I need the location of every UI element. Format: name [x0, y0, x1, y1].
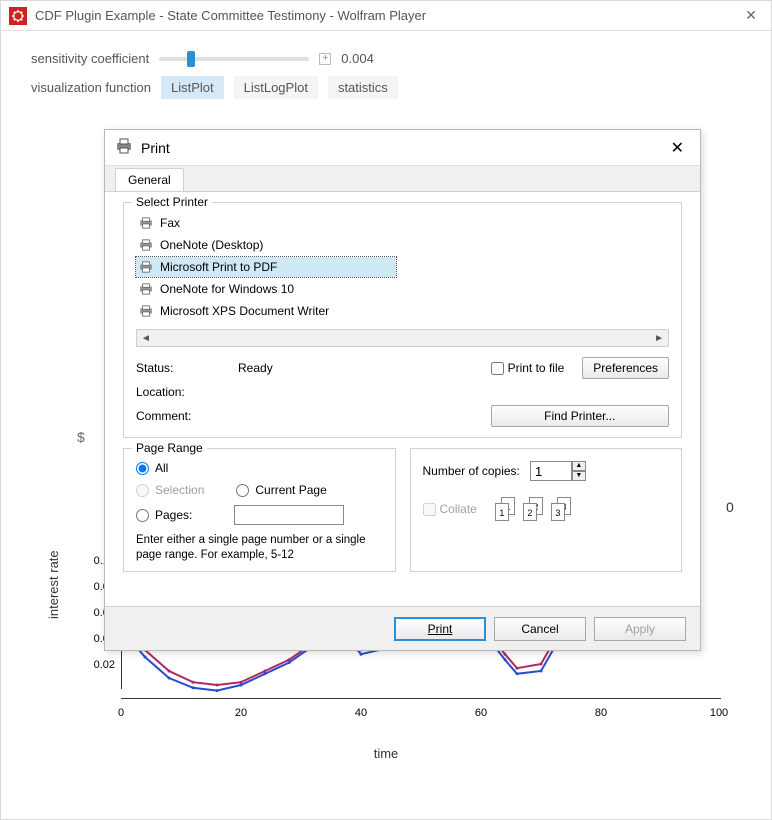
slider-expand-button[interactable]: +	[319, 53, 331, 65]
radio-pages[interactable]	[136, 509, 149, 522]
tab-statistics[interactable]: statistics	[328, 76, 398, 99]
slider-value: 0.004	[341, 51, 374, 66]
xtick: 40	[355, 707, 367, 719]
spin-down-button[interactable]: ▼	[572, 471, 586, 481]
dialog-titlebar: Print ✕	[105, 130, 700, 166]
xtick: 20	[235, 707, 247, 719]
slider-label: sensitivity coefficient	[31, 51, 149, 66]
page-range-label: Page Range	[132, 441, 207, 455]
vis-label: visualization function	[31, 80, 151, 95]
y-label-upper: $	[77, 429, 85, 445]
collate-stack: 22	[523, 497, 547, 521]
xtick: 100	[710, 707, 728, 719]
apply-button[interactable]: Apply	[594, 617, 686, 641]
print-dialog: Print ✕ General Select Printer FaxOneNot…	[104, 129, 701, 651]
right-tick: 0	[726, 499, 734, 515]
xtick: 0	[118, 707, 124, 719]
radio-selection	[136, 484, 149, 497]
printer-item[interactable]: Microsoft Print to PDF	[136, 257, 396, 277]
printer-icon	[115, 138, 133, 157]
radio-current-page[interactable]	[236, 484, 249, 497]
window-titlebar: CDF Plugin Example - State Committee Tes…	[1, 1, 771, 31]
print-to-file-checkbox[interactable]: Print to file	[491, 361, 565, 375]
status-value: Ready	[238, 361, 479, 375]
status-label: Status:	[136, 361, 226, 375]
spin-up-button[interactable]: ▲	[572, 461, 586, 471]
tab-listplot[interactable]: ListPlot	[161, 76, 224, 99]
tab-listlogplot[interactable]: ListLogPlot	[234, 76, 318, 99]
printer-item[interactable]: OneNote (Desktop)	[136, 235, 396, 255]
collate-icons: 112233	[495, 497, 575, 521]
printer-item[interactable]: OneNote for Windows 10	[136, 279, 396, 299]
page-range-group: Page Range All Selection Current Page Pa…	[123, 448, 396, 572]
dialog-close-button[interactable]: ✕	[665, 138, 690, 158]
xtick: 80	[595, 707, 607, 719]
printer-item[interactable]: Microsoft XPS Document Writer	[136, 301, 396, 321]
dialog-title: Print	[141, 140, 665, 156]
window-close-button[interactable]: ✕	[739, 7, 763, 24]
sensitivity-slider[interactable]	[159, 57, 309, 61]
preferences-button[interactable]: Preferences	[582, 357, 669, 379]
window-title: CDF Plugin Example - State Committee Tes…	[35, 8, 739, 23]
printer-item[interactable]: Fax	[136, 213, 396, 233]
copies-label: Number of copies:	[423, 464, 520, 478]
printer-list: FaxOneNote (Desktop)Microsoft Print to P…	[136, 213, 669, 321]
printer-scrollbar[interactable]: ◄►	[136, 329, 669, 347]
scroll-left-icon[interactable]: ◄	[141, 333, 151, 344]
tab-general[interactable]: General	[115, 168, 184, 191]
slider-thumb[interactable]	[187, 51, 195, 67]
print-button[interactable]: Print	[394, 617, 486, 641]
collate-stack: 33	[551, 497, 575, 521]
location-label: Location:	[136, 385, 226, 399]
copies-input[interactable]	[530, 461, 572, 481]
radio-all[interactable]	[136, 462, 149, 475]
comment-label: Comment:	[136, 409, 226, 423]
select-printer-group: Select Printer FaxOneNote (Desktop)Micro…	[123, 202, 682, 438]
scroll-right-icon[interactable]: ►	[654, 333, 664, 344]
y-axis-label: interest rate	[46, 550, 61, 619]
page-range-hint: Enter either a single page number or a s…	[136, 533, 383, 563]
app-icon	[9, 7, 27, 25]
cancel-button[interactable]: Cancel	[494, 617, 586, 641]
pages-input[interactable]	[234, 505, 344, 525]
x-axis-label: time	[374, 746, 399, 761]
xtick: 60	[475, 707, 487, 719]
select-printer-label: Select Printer	[132, 195, 212, 209]
find-printer-button[interactable]: Find Printer...	[491, 405, 669, 427]
copies-group: Number of copies: ▲▼ Collate 112233	[410, 448, 683, 572]
collate-stack: 11	[495, 497, 519, 521]
collate-checkbox: Collate	[423, 502, 477, 516]
ytick: 0.02	[85, 659, 115, 671]
